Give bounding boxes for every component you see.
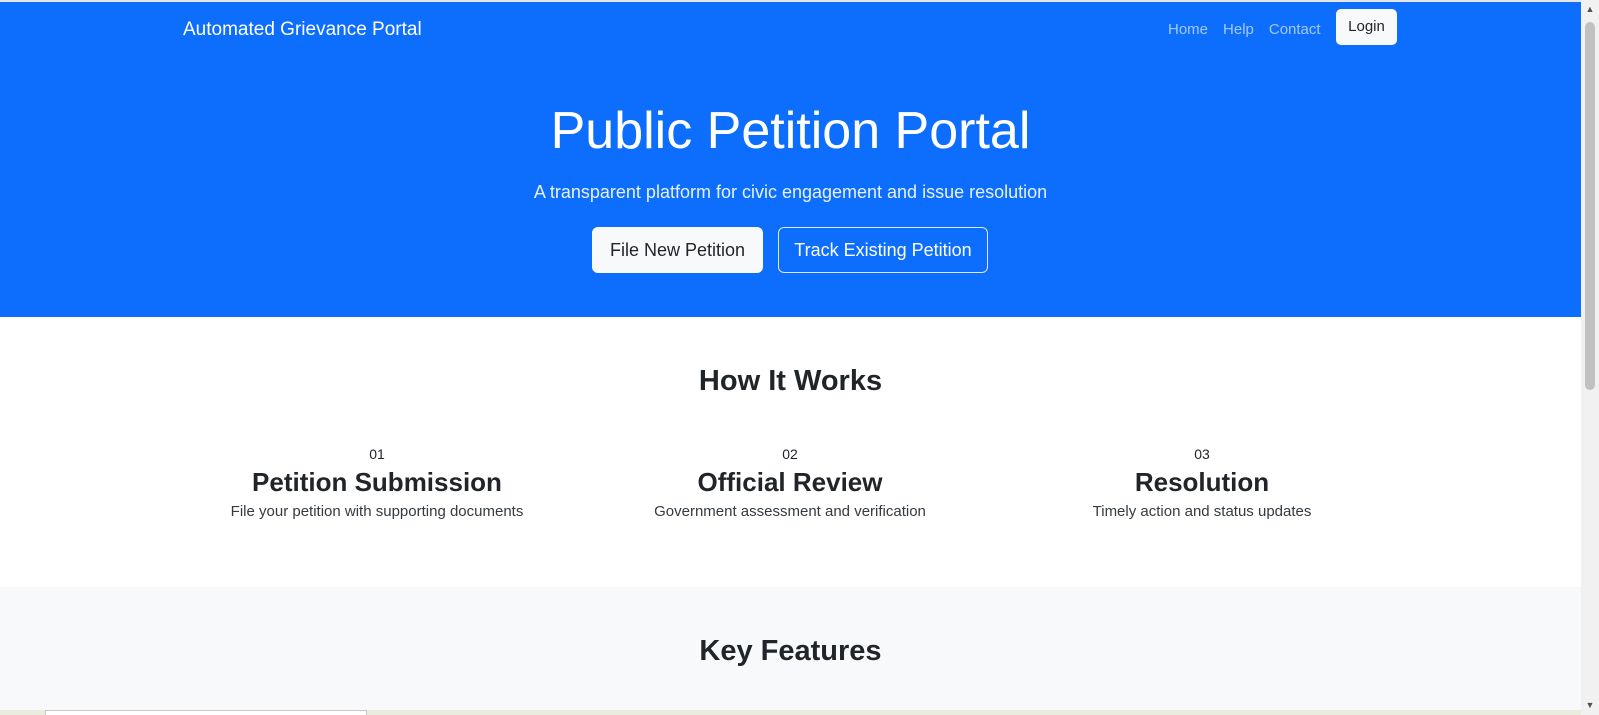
file-new-petition-button[interactable]: File New Petition bbox=[592, 227, 763, 273]
vertical-scrollbar[interactable]: ▲ ▼ bbox=[1581, 0, 1599, 715]
step-card: 03 Resolution Timely action and status u… bbox=[992, 445, 1412, 522]
step-title: Resolution bbox=[1134, 467, 1270, 497]
nav-link-home[interactable]: Home bbox=[1168, 19, 1208, 41]
step-title: Petition Submission bbox=[252, 467, 502, 497]
step-number: 03 bbox=[1194, 446, 1210, 462]
key-features-title: Key Features bbox=[699, 635, 882, 667]
nav-links: Home Help Contact bbox=[1168, 19, 1321, 41]
hero-title: Public Petition Portal bbox=[550, 102, 1031, 160]
feature-card-edge bbox=[45, 710, 367, 715]
step-card: 01 Petition Submission File your petitio… bbox=[167, 445, 587, 522]
scrollbar-thumb[interactable] bbox=[1585, 22, 1595, 390]
step-description: File your petition with supporting docum… bbox=[230, 503, 524, 520]
step-description: Government assessment and verification bbox=[654, 503, 926, 520]
chevron-down-icon[interactable]: ▼ bbox=[1581, 698, 1599, 712]
step-number: 01 bbox=[369, 446, 385, 462]
navbar-brand[interactable]: Automated Grievance Portal bbox=[183, 18, 422, 42]
key-features-section: Key Features bbox=[0, 587, 1581, 715]
track-existing-petition-button[interactable]: Track Existing Petition bbox=[778, 227, 988, 273]
hero-subtitle: A transparent platform for civic engagem… bbox=[533, 182, 1048, 202]
nav-link-contact[interactable]: Contact bbox=[1269, 19, 1321, 41]
page: Automated Grievance Portal Home Help Con… bbox=[0, 0, 1581, 715]
how-it-works-title: How It Works bbox=[698, 365, 883, 397]
nav-link-help[interactable]: Help bbox=[1223, 19, 1254, 41]
step-title: Official Review bbox=[697, 467, 883, 497]
step-card: 02 Official Review Government assessment… bbox=[580, 445, 1000, 522]
login-button[interactable]: Login bbox=[1336, 9, 1397, 45]
chevron-up-icon[interactable]: ▲ bbox=[1581, 2, 1599, 16]
hero-section: Automated Grievance Portal Home Help Con… bbox=[0, 2, 1581, 317]
step-description: Timely action and status updates bbox=[1092, 503, 1312, 520]
navbar: Automated Grievance Portal Home Help Con… bbox=[0, 2, 1581, 58]
step-number: 02 bbox=[782, 446, 798, 462]
